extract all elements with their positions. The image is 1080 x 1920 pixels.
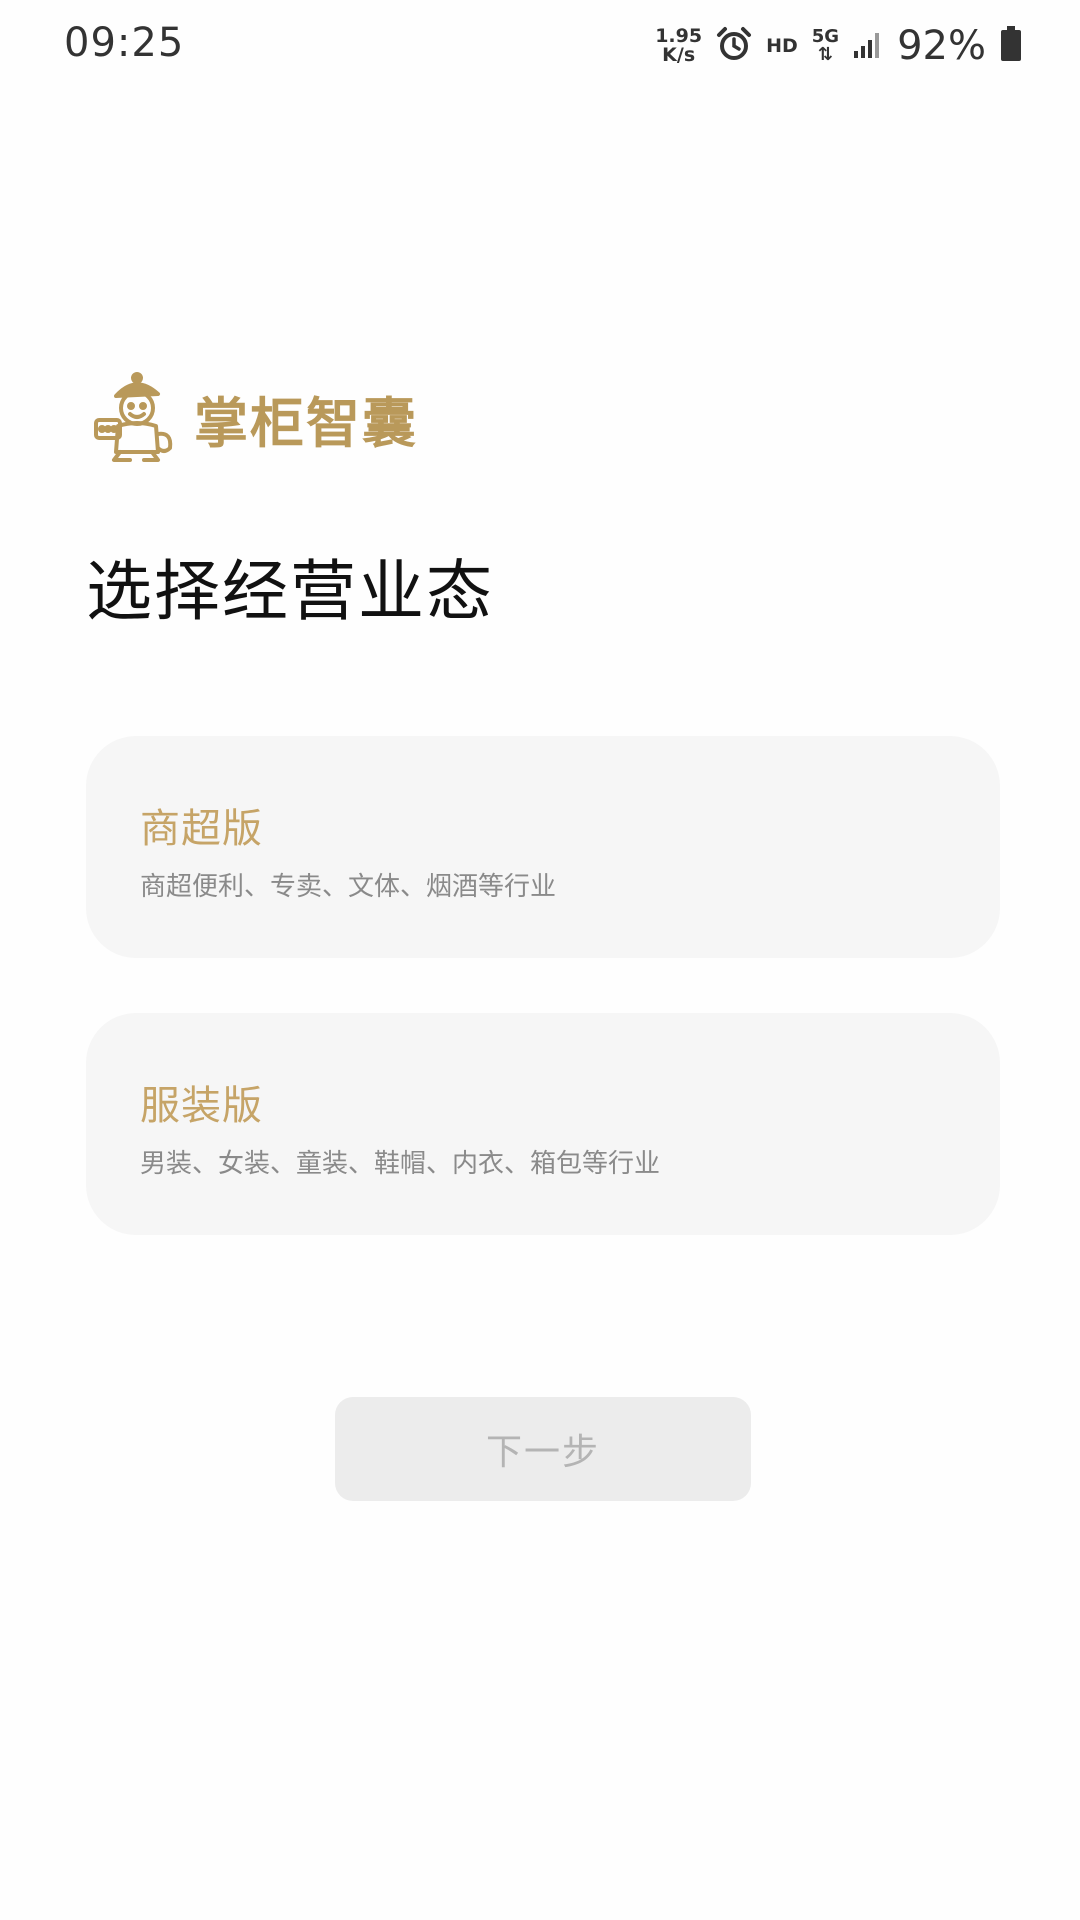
alarm-icon	[716, 26, 752, 66]
option-card-apparel[interactable]: 服装版 男装、女装、童装、鞋帽、内衣、箱包等行业	[86, 1013, 1000, 1235]
status-bar: 09:25 1.95 K/s HD 5G ⇅ 92%	[0, 0, 1080, 92]
status-time: 09:25	[64, 20, 185, 66]
network-type: 5G ⇅	[812, 28, 839, 64]
option-description: 男装、女装、童装、鞋帽、内衣、箱包等行业	[140, 1149, 661, 1179]
battery-icon	[1000, 26, 1022, 66]
status-icons: 1.95 K/s HD 5G ⇅ 92%	[655, 22, 1022, 70]
data-arrows-icon: ⇅	[817, 44, 833, 65]
option-title: 商超版	[140, 806, 263, 852]
brand-logo: 掌柜智囊	[86, 368, 418, 468]
option-title: 服装版	[140, 1083, 263, 1129]
mascot-icon	[86, 368, 186, 468]
page-title: 选择经营业态	[86, 553, 494, 630]
network-speed: 1.95 K/s	[655, 27, 702, 65]
next-step-button[interactable]: 下一步	[335, 1397, 751, 1501]
option-card-supermarket[interactable]: 商超版 商超便利、专卖、文体、烟酒等行业	[86, 736, 1000, 958]
signal-icon	[853, 29, 883, 63]
option-description: 商超便利、专卖、文体、烟酒等行业	[140, 872, 557, 902]
network-speed-unit: K/s	[662, 44, 696, 66]
app-screen: 09:25 1.95 K/s HD 5G ⇅ 92% 掌柜智囊 选择经营业态 商…	[0, 0, 1080, 1920]
brand-name: 掌柜智囊	[194, 390, 418, 455]
battery-percent: 92%	[897, 23, 986, 69]
hd-badge: HD	[766, 35, 798, 57]
